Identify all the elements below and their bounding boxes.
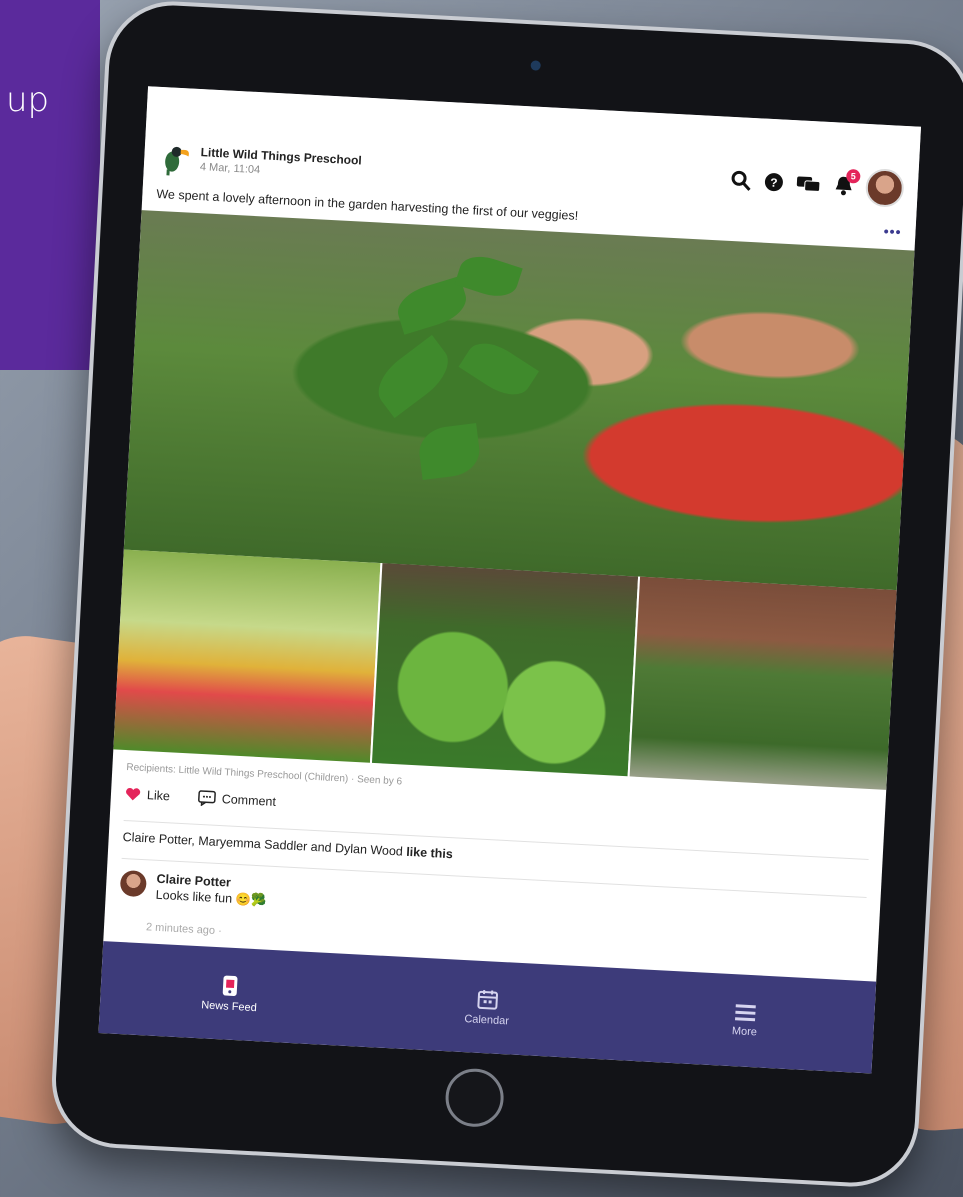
post-photo-thumb[interactable] <box>113 549 383 763</box>
user-avatar[interactable] <box>864 167 905 208</box>
post-options-icon[interactable]: ••• <box>883 223 902 240</box>
post-photo-thumb[interactable] <box>371 563 641 777</box>
search-icon[interactable] <box>729 169 752 192</box>
comment-text: Looks like fun 😊🥦 <box>155 887 268 908</box>
comment-label: Comment <box>221 792 277 809</box>
post-actions: Like Comment <box>125 786 277 810</box>
toucan-logo-icon <box>165 146 189 176</box>
likers-suffix: like this <box>405 844 454 862</box>
menu-icon <box>734 1004 756 1022</box>
phone-icon <box>222 975 238 996</box>
nav-news-feed[interactable]: News Feed <box>98 941 360 1046</box>
tablet-camera <box>530 60 541 71</box>
likers-names: Claire Potter, Maryemma Saddler and Dyla… <box>122 829 404 859</box>
app-screen: Little Wild Things Preschool 4 Mar, 11:0… <box>98 86 922 1074</box>
nav-label: More <box>731 1025 758 1039</box>
comment-icon <box>197 790 216 807</box>
nav-label: News Feed <box>200 999 258 1015</box>
post-photo-thumbnails <box>113 549 897 790</box>
comment-button[interactable]: Comment <box>197 790 276 810</box>
like-label: Like <box>146 788 171 804</box>
post-photo-thumb[interactable] <box>629 576 897 790</box>
home-button[interactable] <box>444 1067 506 1129</box>
comment-item: Claire Potter Looks like fun 😊🥦 <box>119 869 268 909</box>
post-time: 4 Mar, 11:04 <box>199 161 261 177</box>
nav-calendar[interactable]: Calendar <box>356 955 618 1060</box>
comment-avatar[interactable] <box>119 869 147 898</box>
notifications-button[interactable]: 5 <box>833 168 861 197</box>
nav-label: Calendar <box>464 1013 510 1028</box>
svg-text:?: ? <box>770 175 778 189</box>
messages-icon[interactable] <box>795 173 822 194</box>
nav-more[interactable]: More <box>614 968 876 1073</box>
notification-badge: 5 <box>845 168 861 184</box>
comment-time: 2 minutes ago · <box>145 921 223 938</box>
post-recipients: Recipients: Little Wild Things Preschool… <box>126 762 403 788</box>
heart-icon <box>126 787 141 801</box>
like-button[interactable]: Like <box>125 787 171 804</box>
bottom-nav: News Feed Calendar More <box>98 941 877 1074</box>
top-icons: ? 5 <box>729 161 905 208</box>
post-photo-main[interactable] <box>123 210 915 591</box>
help-icon[interactable]: ? <box>763 172 784 193</box>
tablet-device: Little Wild Things Preschool 4 Mar, 11:0… <box>48 0 963 1190</box>
calendar-icon <box>477 990 499 1010</box>
